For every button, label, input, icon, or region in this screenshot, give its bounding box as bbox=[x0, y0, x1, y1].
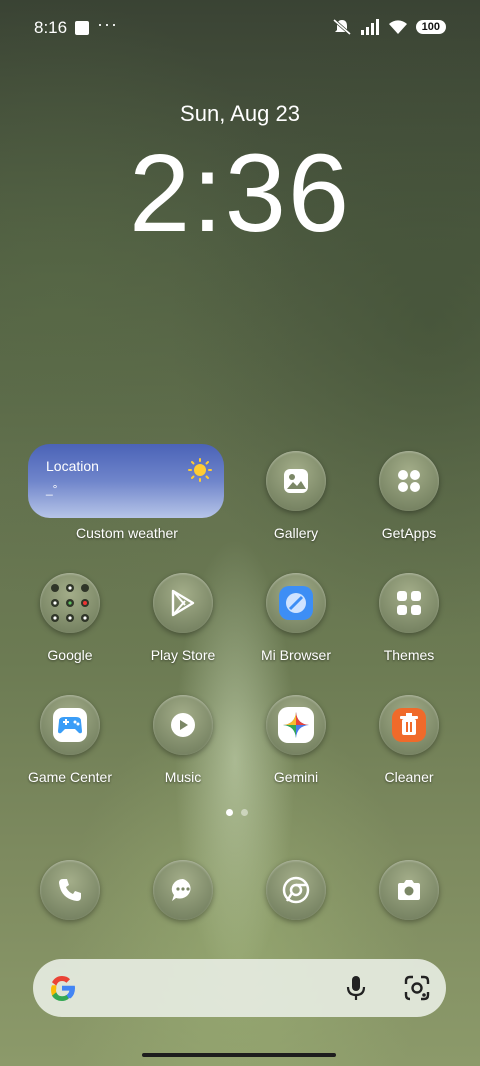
app-gemini[interactable] bbox=[266, 695, 326, 755]
dock-camera[interactable] bbox=[379, 860, 439, 920]
cleaner-icon bbox=[379, 695, 439, 755]
app-label: Cleaner bbox=[384, 769, 434, 785]
more-notifications-icon: ··· bbox=[97, 14, 118, 34]
app-mi-browser[interactable] bbox=[266, 573, 326, 633]
app-label: Gemini bbox=[273, 769, 319, 785]
app-play-store[interactable] bbox=[153, 573, 213, 633]
weather-location: Location bbox=[46, 458, 99, 474]
gemini-icon bbox=[266, 695, 326, 755]
game-center-icon bbox=[40, 695, 100, 755]
chrome-icon bbox=[266, 860, 326, 920]
page-dot-active bbox=[226, 809, 233, 816]
status-time: 8:16 bbox=[34, 18, 68, 37]
weather-widget[interactable]: Location _° bbox=[28, 444, 224, 518]
sun-icon bbox=[188, 458, 212, 482]
app-label: GetApps bbox=[381, 525, 437, 541]
app-music[interactable] bbox=[153, 695, 213, 755]
app-label: Music bbox=[164, 769, 202, 785]
app-themes[interactable] bbox=[379, 573, 439, 633]
app-gallery[interactable] bbox=[266, 451, 326, 511]
wifi-icon bbox=[388, 20, 407, 34]
silent-icon bbox=[332, 18, 351, 36]
app-getapps[interactable] bbox=[379, 451, 439, 511]
microphone-icon[interactable] bbox=[343, 974, 369, 1002]
google-lens-icon[interactable] bbox=[403, 974, 431, 1002]
app-cleaner[interactable] bbox=[379, 695, 439, 755]
music-icon bbox=[153, 695, 213, 755]
google-search-bar[interactable] bbox=[33, 959, 446, 1017]
app-label: Gallery bbox=[273, 525, 319, 541]
status-icons: 100 bbox=[332, 18, 446, 36]
app-label: Google bbox=[47, 647, 93, 663]
battery-indicator: 100 bbox=[415, 20, 446, 34]
app-label: Play Store bbox=[150, 647, 216, 663]
getapps-icon bbox=[379, 451, 439, 511]
themes-icon bbox=[379, 573, 439, 633]
mi-browser-icon bbox=[266, 573, 326, 633]
phone-icon bbox=[40, 860, 100, 920]
signal-icon bbox=[360, 19, 379, 35]
app-label: Themes bbox=[383, 647, 435, 663]
page-dot bbox=[241, 809, 248, 816]
page-indicator bbox=[226, 809, 248, 816]
google-folder-icon bbox=[40, 573, 100, 633]
messages-icon bbox=[153, 860, 213, 920]
notification-icon bbox=[75, 21, 89, 35]
weather-temperature: _° bbox=[46, 482, 58, 496]
lock-date: Sun, Aug 23 bbox=[180, 101, 300, 126]
dock-phone[interactable] bbox=[40, 860, 100, 920]
weather-widget-label: Custom weather bbox=[76, 525, 178, 541]
home-indicator[interactable] bbox=[142, 1053, 336, 1057]
dock-messages[interactable] bbox=[153, 860, 213, 920]
camera-icon bbox=[379, 860, 439, 920]
app-label: Mi Browser bbox=[260, 647, 331, 663]
play-store-icon bbox=[153, 573, 213, 633]
lock-clock[interactable]: 2:36 bbox=[0, 130, 480, 257]
app-label: Game Center bbox=[27, 769, 113, 785]
app-game-center[interactable] bbox=[40, 695, 100, 755]
app-google-folder[interactable] bbox=[40, 573, 100, 633]
google-g-icon bbox=[51, 976, 75, 1001]
gallery-icon bbox=[266, 451, 326, 511]
dock-chrome[interactable] bbox=[266, 860, 326, 920]
